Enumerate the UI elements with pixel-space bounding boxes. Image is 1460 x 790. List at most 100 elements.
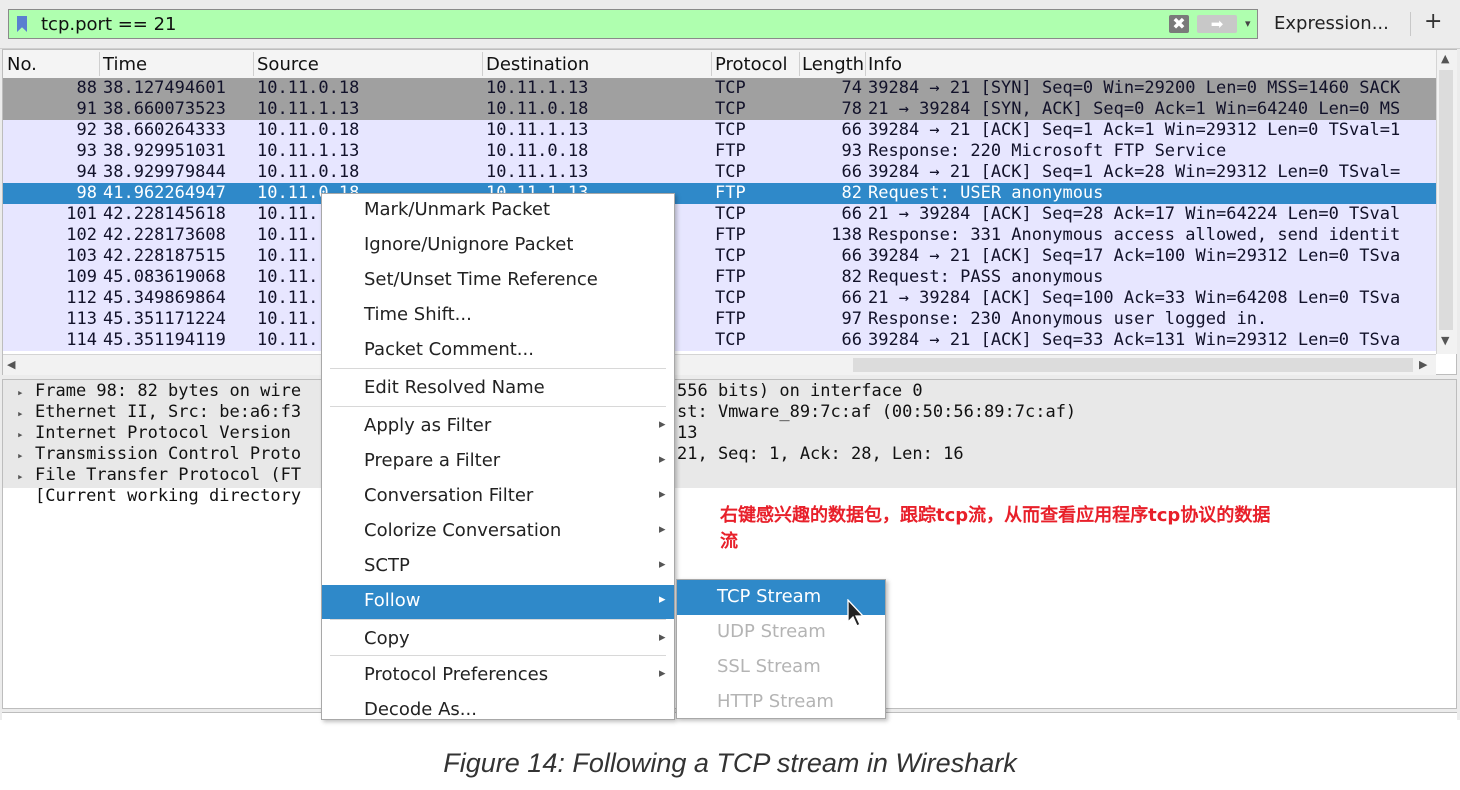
column-header-no[interactable]: No.	[7, 54, 37, 75]
cell-no: 102	[66, 225, 97, 245]
menu-separator	[330, 368, 666, 369]
expression-button[interactable]: Expression...	[1274, 13, 1389, 34]
menu-item-apply-as-filter[interactable]: Apply as Filter ▸	[322, 410, 674, 444]
cell-time: 45.083619068	[103, 267, 226, 287]
table-row[interactable]: 109 45.083619068 10.11. FTP 82 Request: PASS …	[3, 267, 1436, 288]
packet-list-horizontal-scrollbar[interactable]: ◀ ▶	[3, 354, 1436, 375]
cell-proto: FTP	[715, 309, 746, 329]
detail-tree-item[interactable]: ▸ Transmission Control Proto	[17, 444, 301, 466]
table-row[interactable]: 88 38.127494601 10.11.0.18 10.11.1.13 TCP 74 3…	[3, 78, 1436, 99]
column-header-info[interactable]: Info	[868, 54, 902, 75]
menu-item-follow[interactable]: Follow ▸	[322, 585, 674, 619]
table-row[interactable]: 92 38.660264333 10.11.0.18 10.11.1.13 TCP 66 3…	[3, 120, 1436, 141]
table-row[interactable]: 113 45.351171224 10.11. FTP 97 Response: 230 …	[3, 309, 1436, 330]
cell-proto: TCP	[715, 162, 746, 182]
filter-toolbar: tcp.port == 21 ✖ ➡ ▾ Expression... +	[0, 0, 1460, 49]
cell-info: 39284 → 21 [ACK] Seq=33 Ack=131 Win=2931…	[868, 330, 1401, 350]
detail-tree-item[interactable]: ▸ Frame 98: 82 bytes on wire	[17, 381, 301, 403]
expand-arrow-icon[interactable]: ▸	[17, 445, 35, 466]
submenu-item-http-stream: HTTP Stream	[677, 685, 885, 720]
menu-item-label: Ignore/Unignore Packet	[364, 234, 574, 255]
menu-item-ignore-unignore-packet[interactable]: Ignore/Unignore Packet	[322, 229, 674, 263]
cell-info: Request: PASS anonymous	[868, 267, 1104, 287]
scroll-left-icon[interactable]: ◀	[7, 358, 15, 371]
detail-text: [Current working directory	[35, 486, 302, 506]
detail-tree-item[interactable]: ▸ Internet Protocol Version	[17, 423, 291, 445]
column-header-time[interactable]: Time	[103, 54, 147, 75]
cell-dst: 10.11.0.18	[486, 99, 589, 119]
cell-no: 88	[76, 78, 97, 98]
scroll-down-icon[interactable]: ▼	[1441, 334, 1449, 347]
detail-tree-item[interactable]: ▸ File Transfer Protocol (FT	[17, 465, 301, 487]
detail-tree-item[interactable]: [Current working directory	[17, 486, 301, 507]
expand-arrow-icon[interactable]: ▸	[17, 466, 35, 487]
expand-arrow-icon[interactable]: ▸	[17, 403, 35, 424]
cell-time: 38.660073523	[103, 99, 226, 119]
annotation-note: 右键感兴趣的数据包，跟踪tcp流，从而查看应用程序tcp协议的数据流	[720, 505, 1271, 552]
cell-no: 112	[66, 288, 97, 308]
scroll-right-icon[interactable]: ▶	[1419, 358, 1427, 371]
menu-item-copy[interactable]: Copy ▸	[322, 623, 674, 657]
cell-dst: 10.11.0.18	[486, 141, 589, 161]
menu-item-mark-unmark-packet[interactable]: Mark/Unmark Packet	[322, 194, 674, 228]
cell-len: 74	[841, 78, 862, 98]
table-row[interactable]: 103 42.228187515 10.11. TCP 66 39284 → 21 [AC…	[3, 246, 1436, 267]
menu-separator	[330, 406, 666, 407]
menu-item-protocol-preferences[interactable]: Protocol Preferences ▸	[322, 659, 674, 693]
column-header-protocol[interactable]: Protocol	[715, 54, 788, 75]
table-row[interactable]: 93 38.929951031 10.11.1.13 10.11.0.18 FTP 93 R…	[3, 141, 1436, 162]
cell-src: 10.11.1.13	[257, 99, 360, 119]
cell-no: 103	[66, 246, 97, 266]
cell-time: 38.929951031	[103, 141, 226, 161]
submenu-item-label: HTTP Stream	[717, 691, 834, 712]
filter-history-dropdown-icon[interactable]: ▾	[1245, 15, 1257, 33]
hscroll-thumb[interactable]	[853, 358, 1413, 372]
submenu-item-label: UDP Stream	[717, 621, 826, 642]
menu-item-set-unset-time-reference[interactable]: Set/Unset Time Reference	[322, 264, 674, 298]
cell-info: 39284 → 21 [ACK] Seq=1 Ack=28 Win=29312 …	[868, 162, 1401, 182]
column-header-source[interactable]: Source	[257, 54, 319, 75]
cell-time: 45.349869864	[103, 288, 226, 308]
menu-item-colorize-conversation[interactable]: Colorize Conversation ▸	[322, 515, 674, 549]
menu-item-sctp[interactable]: SCTP ▸	[322, 550, 674, 584]
cell-time: 38.127494601	[103, 78, 226, 98]
add-filter-button[interactable]: +	[1424, 9, 1442, 34]
menu-item-prepare-a-filter[interactable]: Prepare a Filter ▸	[322, 445, 674, 479]
menu-item-conversation-filter[interactable]: Conversation Filter ▸	[322, 480, 674, 514]
table-row[interactable]: 91 38.660073523 10.11.1.13 10.11.0.18 TCP 78 2…	[3, 99, 1436, 120]
cell-no: 93	[76, 141, 97, 161]
cell-time: 41.962264947	[103, 183, 226, 203]
menu-item-label: Follow	[364, 590, 421, 611]
cell-info: 39284 → 21 [SYN] Seq=0 Win=29200 Len=0 M…	[868, 78, 1401, 98]
cell-proto: TCP	[715, 204, 746, 224]
scroll-thumb[interactable]	[1439, 70, 1453, 330]
table-row[interactable]: 9841.96226494710.11.0.1810.11.1.13FTP82R…	[3, 183, 1436, 204]
scroll-up-icon[interactable]: ▲	[1441, 52, 1449, 65]
menu-item-label: Prepare a Filter	[364, 450, 501, 471]
cell-time: 42.228173608	[103, 225, 226, 245]
column-header-length[interactable]: Length	[802, 54, 864, 75]
detail-text: Transmission Control Proto	[35, 444, 302, 464]
expand-arrow-icon[interactable]: ▸	[17, 424, 35, 445]
packet-list: No. Time Source Destination Protocol Len…	[2, 49, 1457, 375]
table-row[interactable]: 102 42.228173608 10.11. FTP 138 Response: 331…	[3, 225, 1436, 246]
display-filter-input[interactable]: tcp.port == 21 ✖ ➡ ▾	[8, 9, 1258, 39]
packet-list-vertical-scrollbar[interactable]: ▲ ▼	[1436, 50, 1457, 354]
table-row[interactable]: 101 42.228145618 10.11. TCP 66 21 → 39284 [AC…	[3, 204, 1436, 225]
menu-item-packet-comment[interactable]: Packet Comment...	[322, 334, 674, 368]
detail-tree-item[interactable]: ▸ Ethernet II, Src: be:a6:f3	[17, 402, 301, 424]
menu-item-edit-resolved-name[interactable]: Edit Resolved Name	[322, 372, 674, 406]
column-header-destination[interactable]: Destination	[486, 54, 589, 75]
table-row[interactable]: 94 38.929979844 10.11.0.18 10.11.1.13 TCP 66 3…	[3, 162, 1436, 183]
menu-item-time-shift[interactable]: Time Shift...	[322, 299, 674, 333]
submenu-arrow-icon: ▸	[659, 630, 666, 645]
apply-filter-icon[interactable]: ➡	[1197, 15, 1237, 33]
clear-filter-icon[interactable]: ✖	[1169, 15, 1189, 33]
bookmark-icon[interactable]	[17, 16, 27, 32]
table-row[interactable]: 114 45.351194119 10.11. TCP 66 39284 → 21 [AC…	[3, 330, 1436, 351]
menu-item-decode-as[interactable]: Decode As...	[322, 694, 674, 728]
expand-arrow-icon[interactable]: ▸	[17, 382, 35, 403]
table-row[interactable]: 112 45.349869864 10.11. TCP 66 21 → 39284 [AC…	[3, 288, 1436, 309]
menu-item-label: SCTP	[364, 555, 410, 576]
cell-proto: FTP	[715, 183, 746, 203]
